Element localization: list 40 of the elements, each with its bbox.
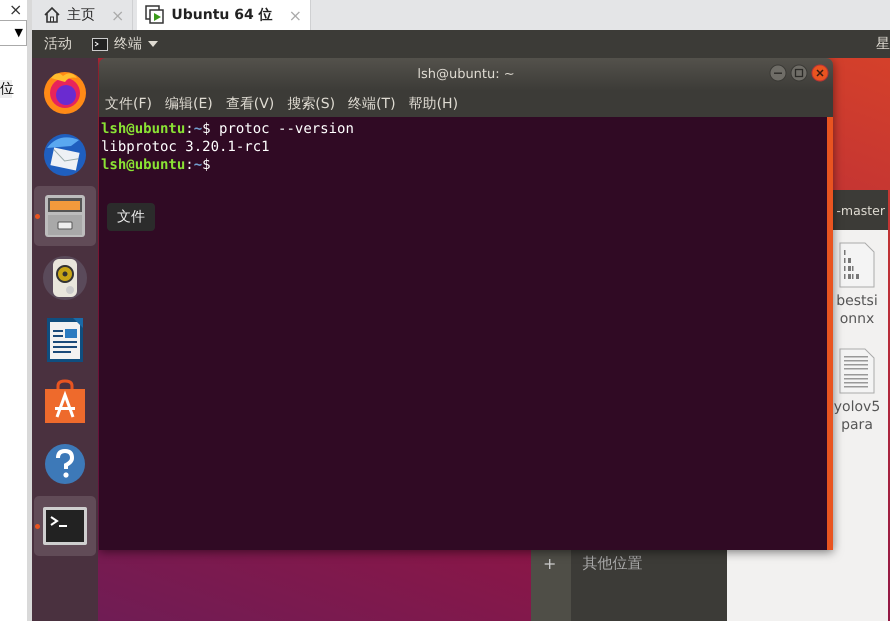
close-button[interactable]: × <box>0 0 27 20</box>
terminal-icon <box>42 506 88 546</box>
sidebar-item[interactable]: 其他位置 <box>582 554 642 573</box>
maximize-button[interactable] <box>790 64 808 82</box>
menu-item[interactable]: 编辑(E) <box>164 94 213 112</box>
menu-item[interactable]: 文件(F) <box>105 94 152 112</box>
vm-play-icon <box>145 5 166 25</box>
caret-icon <box>148 41 158 47</box>
tooltip: 文件 <box>107 203 155 231</box>
shopping-bag-icon <box>43 379 87 425</box>
document-icon <box>45 316 85 364</box>
output-line: libprotoc 3.20.1-rc1 <box>101 138 270 156</box>
vm-tab[interactable]: Ubuntu 64 位 × <box>137 0 312 30</box>
app-menu[interactable]: 终端 <box>114 35 142 53</box>
dock-item[interactable] <box>34 496 96 556</box>
menu-item[interactable]: 搜索(S) <box>287 94 336 112</box>
close-button[interactable] <box>811 64 829 82</box>
dropdown[interactable]: ▼ <box>0 20 27 46</box>
menu-item[interactable]: 帮助(H) <box>408 94 458 112</box>
menu-item[interactable]: 查看(V) <box>226 94 274 112</box>
menu-item[interactable]: 终端(T) <box>348 94 396 112</box>
home-icon <box>43 6 61 24</box>
prompt-line: lsh@ubuntu:~$ protoc --version <box>101 120 354 138</box>
prompt-line: lsh@ubuntu:~$ <box>101 156 211 174</box>
add-sign[interactable]: + <box>543 554 556 573</box>
file-cabinet-icon <box>43 193 87 239</box>
help-icon <box>43 442 87 486</box>
speaker-icon <box>41 254 89 302</box>
file-name[interactable]: bestsi onnx <box>836 292 878 328</box>
dock-item[interactable] <box>34 186 96 246</box>
file-name[interactable]: yolov5 para <box>834 398 880 434</box>
binary-file-icon <box>839 242 875 288</box>
terminal-icon <box>92 38 108 50</box>
text-file-icon <box>839 348 875 394</box>
folder-title: -master <box>836 202 885 218</box>
panel-label: 位 <box>0 80 12 98</box>
minimize-button[interactable] <box>769 64 787 82</box>
window-title: lsh@ubuntu: ~ <box>417 66 515 82</box>
activities-button[interactable]: 活动 <box>44 35 72 53</box>
clock[interactable]: 星 <box>876 35 890 53</box>
